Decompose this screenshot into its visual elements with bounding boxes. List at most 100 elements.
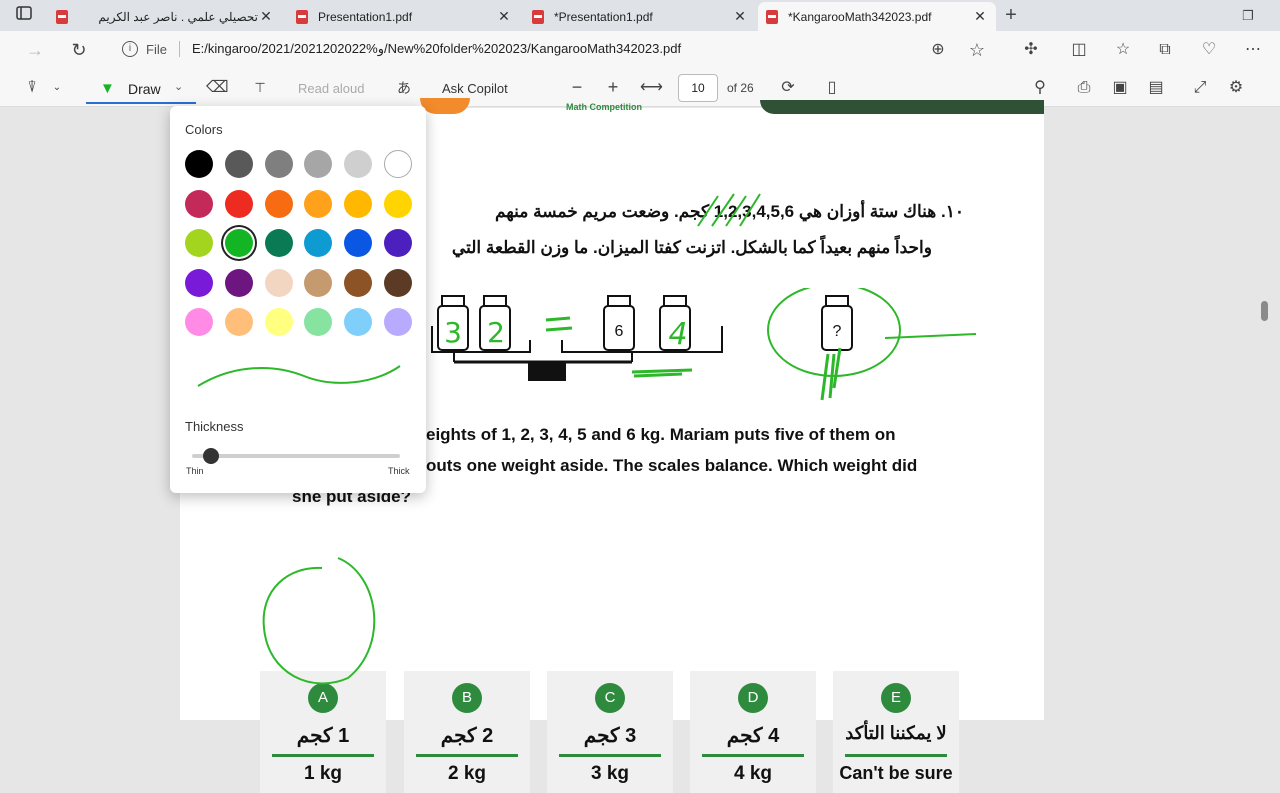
handwritten-underline — [631, 368, 693, 378]
draw-button[interactable]: ▼ Draw ⌄ — [86, 72, 196, 104]
translate-icon[interactable]: あ — [394, 78, 414, 98]
new-tab-icon[interactable]: + — [1000, 5, 1022, 27]
color-swatch[interactable] — [224, 308, 253, 336]
back-icon[interactable]: → — [24, 40, 46, 60]
vertical-scrollbar[interactable] — [1258, 108, 1272, 720]
save-icon[interactable]: ▣ — [1110, 78, 1130, 98]
url-field[interactable]: i File E:/kingaroo/2021/2021202022%و/New… — [108, 34, 966, 64]
color-swatch[interactable] — [224, 229, 253, 257]
divider — [559, 754, 661, 757]
search-icon[interactable]: ⚲ — [1030, 78, 1050, 98]
text-box-icon[interactable]: ⊤ — [250, 78, 270, 98]
refresh-icon[interactable]: ↻ — [68, 40, 90, 60]
more-menu-icon[interactable]: ⋯ — [1242, 40, 1264, 60]
answer-circle-annotation — [262, 557, 376, 685]
color-swatch[interactable] — [185, 189, 213, 218]
handwritten-equals — [545, 316, 573, 332]
choice-c[interactable]: C 3 كجم 3 kg — [547, 671, 673, 793]
print-icon[interactable]: ⎙ — [1074, 78, 1094, 98]
zoom-in-icon[interactable]: + — [604, 77, 622, 97]
divider — [178, 41, 180, 57]
color-swatch[interactable] — [344, 268, 373, 297]
color-swatch[interactable] — [304, 189, 333, 218]
color-swatch[interactable] — [185, 229, 213, 257]
color-swatch[interactable] — [384, 150, 412, 178]
close-icon[interactable]: ✕ — [732, 8, 748, 25]
color-swatch[interactable] — [224, 150, 253, 178]
chevron-down-icon[interactable]: ⌄ — [50, 78, 64, 98]
save-as-icon[interactable]: ▤ — [1146, 78, 1166, 98]
color-swatch[interactable] — [264, 229, 293, 257]
restore-window-icon[interactable]: ❐ — [1238, 6, 1258, 26]
browser-essentials-icon[interactable]: ♡ — [1198, 40, 1220, 60]
choice-letter: E — [881, 683, 911, 713]
color-swatch[interactable] — [304, 308, 333, 336]
info-icon[interactable]: i — [122, 41, 138, 57]
arabic-question-line2: واحداً منهم بعيداً كما بالشكل. اتزنت كفت… — [451, 238, 932, 257]
color-swatch[interactable] — [344, 189, 373, 218]
read-aloud-button[interactable]: Read aloud — [298, 81, 365, 96]
close-icon[interactable]: ✕ — [258, 8, 274, 25]
tab-kangaroo-math[interactable]: *KangarooMath342023.pdf ✕ — [758, 2, 996, 31]
draw-label: Draw — [128, 81, 161, 97]
ask-copilot-button[interactable]: Ask Copilot — [442, 81, 508, 96]
color-swatch[interactable] — [304, 268, 333, 297]
fit-width-icon[interactable]: ⟷ — [640, 78, 663, 98]
thickness-slider-thumb[interactable] — [203, 448, 220, 464]
choice-english: 1 kg — [303, 763, 343, 784]
close-icon[interactable]: ✕ — [972, 8, 988, 25]
zoom-out-icon[interactable]: − — [568, 77, 586, 97]
fullscreen-icon[interactable]: ⤢ — [1190, 78, 1210, 98]
color-swatch[interactable] — [185, 308, 213, 336]
url-text: E:/kingaroo/2021/2021202022%و/New%20fold… — [191, 41, 682, 56]
chevron-down-icon[interactable]: ⌄ — [174, 80, 183, 93]
color-swatch[interactable] — [224, 268, 253, 297]
settings-gear-icon[interactable]: ⚙ — [1226, 78, 1246, 98]
color-swatch[interactable] — [264, 308, 293, 336]
choice-b[interactable]: B 2 كجم 2 kg — [404, 671, 530, 793]
tab-actions-icon[interactable] — [14, 6, 34, 26]
right-pan — [561, 326, 723, 353]
color-swatch[interactable] — [264, 189, 293, 218]
color-swatch[interactable] — [224, 189, 253, 218]
favorites-icon[interactable]: ☆ — [1112, 40, 1134, 60]
color-swatch[interactable] — [264, 268, 293, 297]
page-number-input[interactable]: 10 — [678, 74, 718, 102]
color-swatch[interactable] — [344, 150, 373, 178]
scale-base — [528, 363, 566, 381]
favorite-star-icon[interactable]: ☆ — [966, 40, 988, 60]
highlight-icon[interactable]: ⍒ — [22, 78, 42, 98]
color-swatch[interactable] — [185, 268, 213, 297]
zoom-icon[interactable]: ⊕ — [928, 40, 948, 60]
eraser-icon[interactable]: ⌫ — [206, 78, 229, 98]
color-swatch[interactable] — [304, 229, 333, 257]
rotate-icon[interactable]: ⟳ — [778, 78, 798, 98]
divider — [416, 754, 518, 757]
color-swatch[interactable] — [185, 150, 213, 178]
split-screen-icon[interactable]: ◫ — [1068, 40, 1090, 60]
choice-e[interactable]: E لا يمكننا التأكد Can't be sure — [833, 671, 959, 793]
choice-letter: C — [595, 683, 625, 713]
choice-english: 4 kg — [733, 763, 773, 784]
page-view-icon[interactable]: ▯ — [822, 78, 842, 98]
tab-presentation1[interactable]: Presentation1.pdf ✕ — [288, 2, 520, 31]
colors-heading: Colors — [185, 122, 223, 137]
thickness-slider[interactable] — [192, 448, 400, 464]
choice-d[interactable]: D 4 كجم 4 kg — [690, 671, 816, 793]
close-icon[interactable]: ✕ — [496, 8, 512, 25]
extensions-icon[interactable]: ✣ — [1020, 40, 1042, 60]
color-swatch[interactable] — [344, 229, 373, 257]
pdf-icon — [56, 9, 68, 24]
color-swatch[interactable] — [384, 268, 412, 297]
collections-icon[interactable]: ⧉ — [1154, 40, 1176, 60]
color-swatch[interactable] — [304, 150, 333, 178]
tab-arabic[interactable]: تحصيلي علمي . ناصر عبد الكريم ✕ — [48, 2, 282, 31]
color-swatch[interactable] — [264, 150, 293, 178]
color-swatch[interactable] — [344, 308, 373, 336]
color-swatch[interactable] — [384, 308, 412, 336]
color-swatch[interactable] — [384, 189, 412, 218]
tab-presentation1-unsaved[interactable]: *Presentation1.pdf ✕ — [524, 2, 756, 31]
color-swatch[interactable] — [384, 229, 412, 257]
header-fragment: Math Competition — [566, 102, 642, 112]
scrollbar-thumb[interactable] — [1261, 301, 1268, 321]
